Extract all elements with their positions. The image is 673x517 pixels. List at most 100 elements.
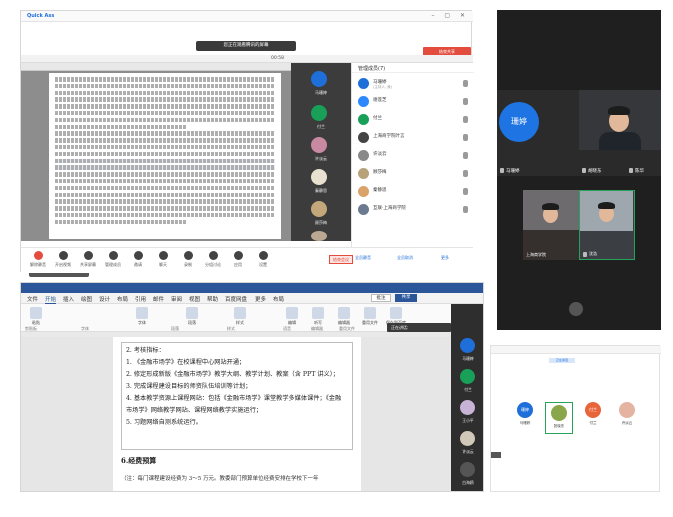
member-name: 付兰 <box>373 116 382 121</box>
member-row[interactable]: 互联·上海商学院 <box>358 202 468 218</box>
member-name: 互联·上海商学院 <box>373 206 406 211</box>
toolbar-button[interactable]: 解除静音 <box>27 251 49 268</box>
toolbar-button[interactable]: 应用 <box>227 251 249 268</box>
ribbon-icon[interactable] <box>234 307 246 319</box>
member-row[interactable]: 顾莎梅 <box>358 166 468 182</box>
mic-icon[interactable] <box>463 152 468 159</box>
minimize-handle[interactable] <box>491 452 501 458</box>
ribbon-tab[interactable]: 审阅 <box>171 295 182 303</box>
member-row[interactable]: 谢莲芝 <box>358 94 468 110</box>
member-name: 秦静思 <box>373 188 387 193</box>
unmute-all-button[interactable]: 全员取消 <box>397 255 413 261</box>
ribbon-tab[interactable]: 布局 <box>273 295 284 303</box>
gallery-tile-name: 马珊婷 <box>519 421 531 425</box>
mic-icon[interactable] <box>463 80 468 87</box>
toolbar-label: 邀请 <box>134 262 142 267</box>
participant-sidebar: 马珊婷 付兰 王小平 许淡云 白海鸥 <box>451 304 483 491</box>
toolbar-icon <box>133 251 143 260</box>
ribbon-icon[interactable] <box>136 307 148 319</box>
ribbon-tab[interactable]: 百度网盘 <box>225 295 247 303</box>
toolbar-button[interactable]: 聊天 <box>152 251 174 268</box>
mic-icon[interactable] <box>463 116 468 123</box>
mute-all-button[interactable]: 全员静音 <box>355 255 371 261</box>
member-row[interactable]: 马珊婷 (主持人, 我) <box>358 76 468 92</box>
ribbon-icon[interactable] <box>286 307 298 319</box>
share-button[interactable]: 共享 <box>395 294 417 302</box>
document-page[interactable]: 2. 考核指标： 1. 《金融市场学》在校课程中心网站开通； 2. 修定形成新版《金… <box>113 337 361 491</box>
mic-icon[interactable] <box>463 188 468 195</box>
ribbon-icon[interactable] <box>390 307 402 319</box>
speaker-icon[interactable] <box>569 302 583 316</box>
video-tile[interactable]: 上海商学院 <box>523 190 579 260</box>
toolbar-button[interactable]: 开启视频 <box>52 251 74 268</box>
participant-tile[interactable]: 马珊婷 <box>299 69 343 99</box>
ribbon-icon[interactable] <box>338 307 350 319</box>
gallery-tile[interactable]: 珊婷 马珊婷 <box>511 402 539 434</box>
toolbar-icon <box>183 251 193 260</box>
toolbar-button[interactable]: 设置 <box>252 251 274 268</box>
participant-tile[interactable] <box>299 229 343 241</box>
window-controls[interactable]: – ▢ ✕ <box>431 12 469 19</box>
ribbon-tab[interactable]: 插入 <box>63 295 74 303</box>
toolbar-label: 分组讨论 <box>205 262 221 267</box>
participant-tile[interactable]: 马珊婷 <box>454 336 482 366</box>
ribbon-tab[interactable]: 邮件 <box>153 295 164 303</box>
mic-icon[interactable] <box>463 206 468 213</box>
participant-tile[interactable]: 顾莎梅 <box>299 199 343 229</box>
more-button[interactable]: 更多 <box>441 255 449 261</box>
end-meeting-button[interactable]: 结束会议 <box>329 255 353 264</box>
video-tile-label: 马珊婷 <box>506 169 520 174</box>
ribbon-tab[interactable]: 文件 <box>27 295 38 303</box>
participant-tile[interactable]: 秦静思 <box>299 167 343 197</box>
mic-icon[interactable] <box>463 170 468 177</box>
participant-tile[interactable]: 王小平 <box>454 398 482 428</box>
toolbar-button[interactable]: 分组讨论 <box>202 251 224 268</box>
ribbon-tab[interactable]: 绘图 <box>81 295 92 303</box>
gallery-tile[interactable]: 许淡云 <box>613 402 641 434</box>
ribbon-tab[interactable]: 帮助 <box>207 295 218 303</box>
gallery-tile[interactable]: 张晓东 <box>545 402 573 434</box>
ribbon-tab[interactable]: 开始 <box>45 295 57 304</box>
comments-button[interactable]: 批注 <box>371 294 391 302</box>
toolbar-icon <box>108 251 118 260</box>
mic-icon[interactable] <box>463 98 468 105</box>
member-row[interactable]: 许淡云 <box>358 148 468 164</box>
participant-tile[interactable]: 许淡云 <box>454 429 482 459</box>
mic-icon[interactable] <box>463 134 468 141</box>
ribbon-tab[interactable]: 更多 <box>255 295 266 303</box>
toolbar-button[interactable]: 邀请 <box>127 251 149 268</box>
ribbon-icon[interactable] <box>364 307 376 319</box>
participant-tile[interactable]: 付兰 <box>454 367 482 397</box>
toolbar-button[interactable]: 管理成员 <box>102 251 124 268</box>
participant-tile[interactable]: 付兰 <box>299 103 343 133</box>
member-row[interactable]: 秦静思 <box>358 184 468 200</box>
avatar <box>460 400 475 415</box>
ribbon-tab[interactable]: 引用 <box>135 295 146 303</box>
video-tile[interactable]: 珊婷 马珊婷 <box>497 90 579 176</box>
ribbon-tab[interactable]: 视图 <box>189 295 200 303</box>
ribbon-icon[interactable] <box>186 307 198 319</box>
window-titlebar: Quick Ass – ▢ ✕ <box>21 11 473 22</box>
video-tile-active[interactable]: 沈浩 <box>579 190 635 260</box>
video-tile[interactable]: 胡晓东 陈华 <box>579 90 661 176</box>
gallery-tile[interactable]: 付兰 付兰 <box>579 402 607 434</box>
participant-tile[interactable]: 白海鸥 <box>454 460 482 490</box>
ribbon-tab[interactable]: 设计 <box>99 295 110 303</box>
gallery-window: 正在讲话 珊婷 马珊婷 张晓东 付兰 付兰 许淡云 <box>490 345 661 492</box>
ribbon-label: 字体 <box>138 320 146 325</box>
ribbon-icon[interactable] <box>312 307 324 319</box>
toolbar-button[interactable]: 录制 <box>177 251 199 268</box>
doc-line: 3. 完成课程建设目标的师资队伍培训等计划； <box>126 383 252 390</box>
document-area: 2. 考核指标： 1. 《金融市场学》在校课程中心网站开通； 2. 修定形成新版《金… <box>21 337 451 491</box>
member-avatar <box>358 150 369 161</box>
member-row[interactable]: 上海商学院叶言 <box>358 130 468 146</box>
window-titlebar <box>491 346 661 354</box>
member-avatar <box>358 132 369 143</box>
participant-tile[interactable]: 许淡云 <box>299 135 343 165</box>
ribbon-icon[interactable] <box>30 307 42 319</box>
member-row[interactable]: 付兰 <box>358 112 468 128</box>
status-bar <box>497 10 661 19</box>
ribbon-tab[interactable]: 布局 <box>117 295 128 303</box>
toolbar-button[interactable]: 共享屏幕 <box>77 251 99 268</box>
member-name: 上海商学院叶言 <box>373 134 405 139</box>
